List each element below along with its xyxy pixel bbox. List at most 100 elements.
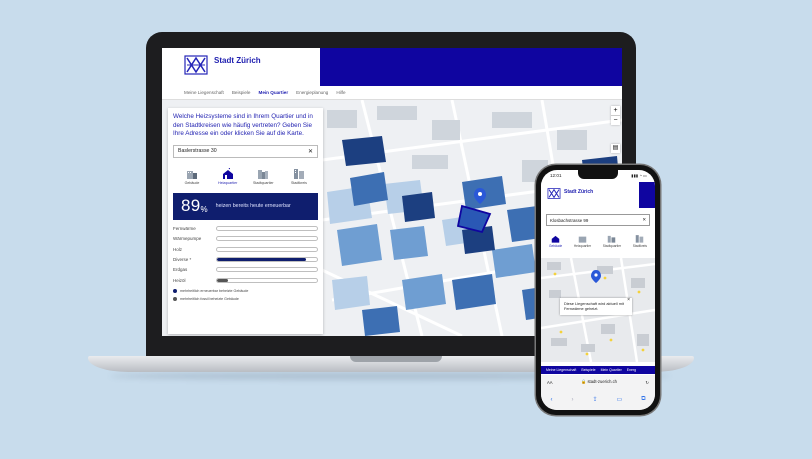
heating-bars: Fernwärme Wärmepumpe Holz Diverse * Erdg… (173, 224, 318, 285)
info-panel: Welche Heizsysteme sind in Ihrem Quartie… (168, 108, 323, 334)
browser-toolbar: ‹ › ⇪ ▭ ⧉ (541, 389, 655, 410)
tab-label: Stadtkreis (632, 244, 647, 248)
bar-fill (217, 278, 229, 282)
close-icon[interactable]: ✕ (308, 148, 313, 155)
legend-text: mehrheitlich fossil beheizte Gebäude (180, 296, 239, 301)
bar-track (216, 277, 318, 283)
bar-label: Erdgas (173, 267, 188, 273)
brand-name[interactable]: Stadt Zürich (564, 189, 593, 195)
tab-label: Stadtkreis (290, 180, 307, 185)
phone-screen: 12:01 ▮▮▮ ◔ ▭ Stadt Zürich Klosbachstras… (541, 170, 655, 410)
bar-track (216, 246, 318, 252)
bar-track (216, 267, 318, 273)
back-icon[interactable]: ‹ (551, 397, 553, 403)
tab-stadtkreis[interactable]: Stadtkreis (284, 168, 314, 185)
close-icon[interactable]: ✕ (642, 217, 646, 223)
url-text[interactable]: 🔒 stadt-zuerich.ch (581, 379, 617, 385)
bar-label: Diverse * (173, 256, 192, 262)
layers-icon[interactable]: ▤ (611, 144, 620, 153)
phone-header-blue-band (639, 182, 655, 208)
legend-dot-fossil (173, 296, 177, 301)
forward-icon[interactable]: › (572, 397, 574, 403)
reload-icon[interactable]: ↻ (645, 380, 649, 385)
tab-gebaeude[interactable]: Gebäude (549, 234, 562, 248)
phone-site-nav: Meine Liegenschaft Beispiele Mein Quarti… (541, 366, 655, 374)
bar-track (216, 226, 318, 232)
phone-map[interactable]: Diese Liegenschaft wird aktuell mit Fern… (541, 258, 655, 362)
renewable-stat-box: 89 % heizen bereits heute erneuerbar (173, 192, 318, 220)
bar-row-erdgas: Erdgas (173, 265, 318, 275)
city-icon (636, 235, 644, 243)
tab-label: Heizquartier (573, 244, 592, 248)
bar-row-waermepumpe: Wärmepumpe (173, 234, 318, 244)
scope-tabs: Gebäude Heizquartier Stadtquartier Stadt… (173, 167, 318, 185)
share-icon[interactable]: ⇪ (593, 396, 598, 403)
district-icon (258, 169, 269, 179)
bar-row-fernwaerme: Fernwärme (173, 224, 318, 234)
bar-label: Fernwärme (173, 226, 196, 232)
nav-item-meine-liegenschaft[interactable]: Meine Liegenschaft (546, 368, 576, 372)
legend: mehrheitlich erneuerbar beheizte Gebäude… (173, 288, 318, 301)
bar-track (216, 256, 318, 262)
address-search-input[interactable]: Baslerstrasse 30 ✕ (173, 144, 318, 158)
map-popup: Diese Liegenschaft wird aktuell mit Fern… (560, 298, 632, 315)
tab-heizquartier[interactable]: Heizquartier (213, 167, 243, 185)
tab-label: Gebäude (549, 244, 563, 248)
nav-item-hilfe[interactable]: Hilfe (336, 90, 345, 95)
header-blue-band (320, 48, 622, 86)
tabs-icon[interactable]: ⧉ (641, 396, 645, 403)
legend-text: mehrheitlich erneuerbar beheizte Gebäude (180, 288, 249, 293)
close-icon[interactable]: × (627, 298, 630, 303)
zoom-control: + − (611, 106, 620, 125)
bar-row-holz: Holz (173, 244, 318, 254)
phone-scope-tabs: Gebäude Heizquartier Stadtquartier Stadt… (549, 234, 647, 248)
tab-label: Stadtquartier (602, 244, 622, 248)
popup-text: Diese Liegenschaft wird aktuell mit Fern… (564, 301, 624, 311)
nav-item-mein-quartier[interactable]: Mein Quartier (259, 90, 289, 95)
status-icons: ▮▮▮ ◔ ▭ (631, 173, 647, 178)
laptop-notch (350, 356, 442, 362)
nav-item-beispiele[interactable]: Beispiele (581, 368, 595, 372)
tab-heizquartier[interactable]: Heizquartier (574, 234, 591, 248)
stat-text: heizen bereits heute erneuerbar (215, 202, 291, 209)
search-value: Klosbachstrasse 99 (550, 217, 589, 223)
bar-label: Heizöl (173, 277, 186, 283)
house-heat-icon (222, 167, 233, 179)
bar-row-diverse: Diverse * (173, 255, 318, 265)
browser-url-bar[interactable]: AA 🔒 stadt-zuerich.ch ↻ (541, 375, 655, 389)
zoom-out-button[interactable]: − (611, 116, 620, 125)
location-pin-icon[interactable] (591, 270, 601, 283)
nav-item-beispiele[interactable]: Beispiele (232, 90, 251, 95)
zoom-in-button[interactable]: + (611, 106, 620, 116)
nav-item-mein-quartier[interactable]: Mein Quartier (601, 368, 622, 372)
nav-item-energieplanung[interactable]: Energ (627, 368, 636, 372)
tab-label: Gebäude (184, 180, 200, 185)
bar-fill (217, 257, 307, 261)
nav-item-meine-liegenschaft[interactable]: Meine Liegenschaft (184, 90, 224, 95)
bar-row-heizoel: Heizöl (173, 275, 318, 285)
stadt-zuerich-logo-icon[interactable] (184, 55, 208, 75)
status-time: 12:01 (550, 173, 562, 178)
city-icon (293, 168, 304, 179)
brand-name[interactable]: Stadt Zürich (214, 56, 261, 65)
text-size-button[interactable]: AA (547, 380, 553, 385)
bookmarks-icon[interactable]: ▭ (617, 396, 623, 403)
phone-address-search-input[interactable]: Klosbachstrasse 99 ✕ (546, 214, 650, 226)
tab-stadtkreis[interactable]: Stadtkreis (633, 234, 647, 248)
tab-label: Heizquartier (217, 180, 238, 185)
tab-stadtquartier[interactable]: Stadtquartier (603, 234, 621, 248)
site-nav: Meine Liegenschaft Beispiele Mein Quarti… (162, 86, 622, 100)
district-icon (608, 235, 616, 243)
panel-question: Welche Heizsysteme sind in Ihrem Quartie… (173, 113, 313, 138)
legend-dot-renewable (173, 288, 177, 293)
stadt-zuerich-logo-icon[interactable] (547, 188, 561, 199)
tab-stadtquartier[interactable]: Stadtquartier (248, 168, 278, 185)
legend-item: mehrheitlich fossil beheizte Gebäude (173, 296, 318, 301)
search-value: Baslerstrasse 30 (178, 148, 217, 155)
nav-item-energieplanung[interactable]: Energieplanung (296, 90, 328, 95)
phone-notch (578, 170, 618, 179)
building-icon (187, 170, 197, 179)
house-heat-icon (578, 236, 587, 243)
tab-gebaeude[interactable]: Gebäude (177, 168, 207, 185)
legend-item: mehrheitlich erneuerbar beheizte Gebäude (173, 288, 318, 293)
